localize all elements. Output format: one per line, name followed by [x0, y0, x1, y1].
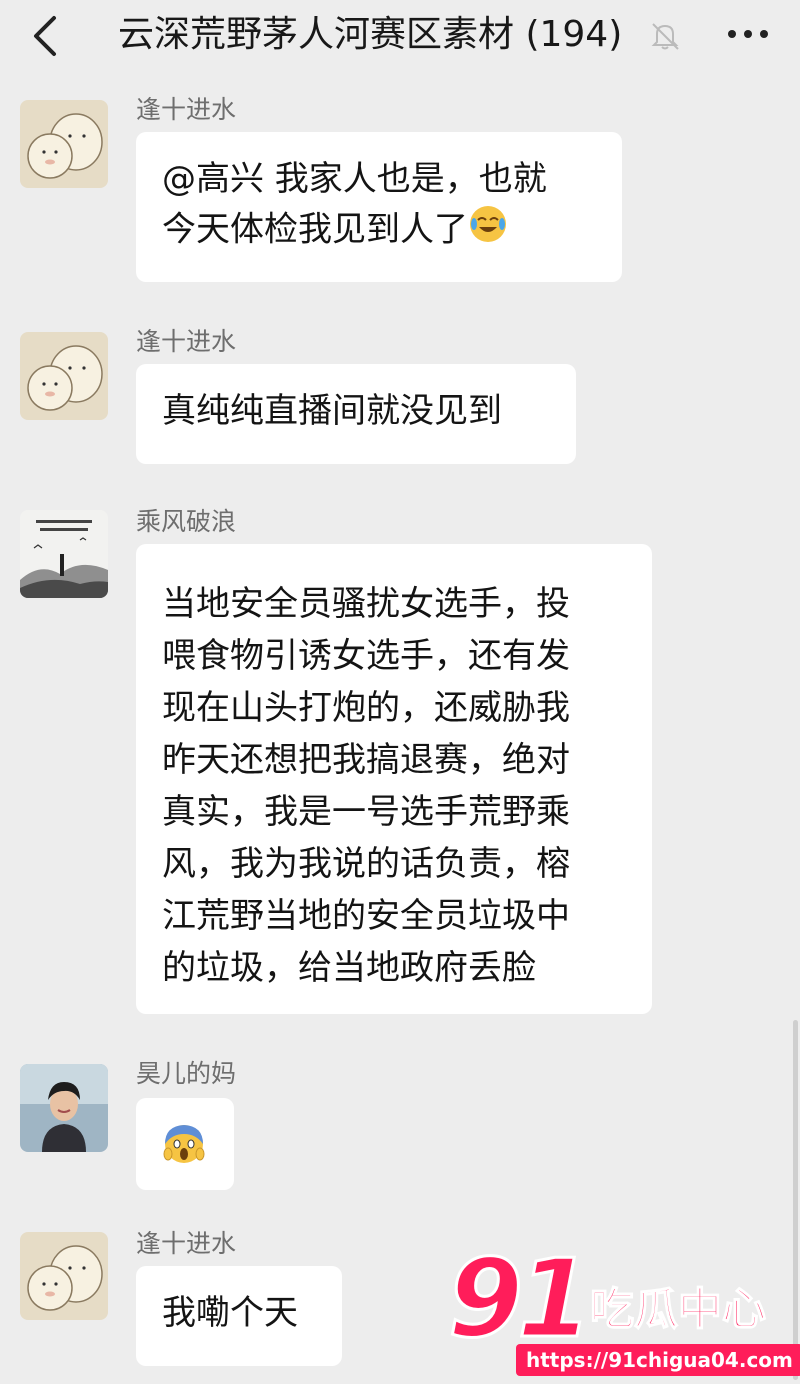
top-bar: 云深荒野茅人河赛区素材 (194): [0, 0, 800, 72]
watermark-brand: 91: [446, 1237, 593, 1362]
message-text: 风，我为我说的话负责，榕: [162, 844, 570, 884]
screaming-fear-emoji: [162, 1122, 206, 1180]
sender-name: 乘风破浪: [136, 507, 237, 536]
sender-name: 逢十进水: [136, 1229, 237, 1258]
message-text: 江荒野当地的安全员垃圾中: [162, 896, 570, 936]
message-text: 当地安全员骚扰女选手，投: [162, 584, 570, 624]
watermark: 91 吃瓜中心 https://91chigua04.com: [444, 1237, 800, 1380]
avatar[interactable]: [20, 100, 108, 188]
message-text: 真纯纯直播间就没见到: [162, 391, 502, 431]
sender-name: 昊儿的妈: [136, 1059, 237, 1088]
message-text: 喂食物引诱女选手，还有发: [162, 636, 570, 676]
message-text: 的垃圾，给当地政府丢脸: [162, 948, 536, 988]
sender-name: 逢十进水: [136, 327, 237, 356]
watermark-url: https://91chigua04.com: [516, 1344, 800, 1376]
chat-title: 云深荒野茅人河赛区素材 (194): [118, 14, 623, 55]
watermark-name: 吃瓜中心: [589, 1283, 767, 1336]
message-text: 真实，我是一号选手荒野乘: [162, 792, 570, 832]
avatar[interactable]: [20, 332, 108, 420]
avatar[interactable]: [20, 510, 108, 598]
message-text: 今天体检我见到人了: [162, 204, 596, 258]
message-text: 现在山头打炮的，还威胁我: [162, 688, 570, 728]
message-text: 昨天还想把我搞退赛，绝对: [162, 740, 570, 780]
bell-muted-icon: [648, 20, 682, 52]
message-bubble[interactable]: 当地安全员骚扰女选手，投 喂食物引诱女选手，还有发 现在山头打炮的，还威胁我 昨…: [136, 544, 652, 1014]
chevron-left-icon[interactable]: [28, 14, 64, 58]
avatar[interactable]: [20, 1064, 108, 1152]
message-bubble[interactable]: 真纯纯直播间就没见到: [136, 364, 576, 464]
sender-name: 逢十进水: [136, 95, 237, 124]
message-text: 我嘞个天: [162, 1293, 298, 1333]
message-bubble[interactable]: @高兴 我家人也是，也就 今天体检我见到人了: [136, 132, 622, 282]
message-text: @高兴 我家人也是，也就: [162, 159, 547, 199]
more-dots-icon[interactable]: [724, 20, 772, 48]
avatar[interactable]: [20, 1232, 108, 1320]
message-bubble[interactable]: [136, 1098, 234, 1190]
message-bubble[interactable]: 我嘞个天: [136, 1266, 342, 1366]
crying-laughing-emoji: [468, 204, 508, 258]
